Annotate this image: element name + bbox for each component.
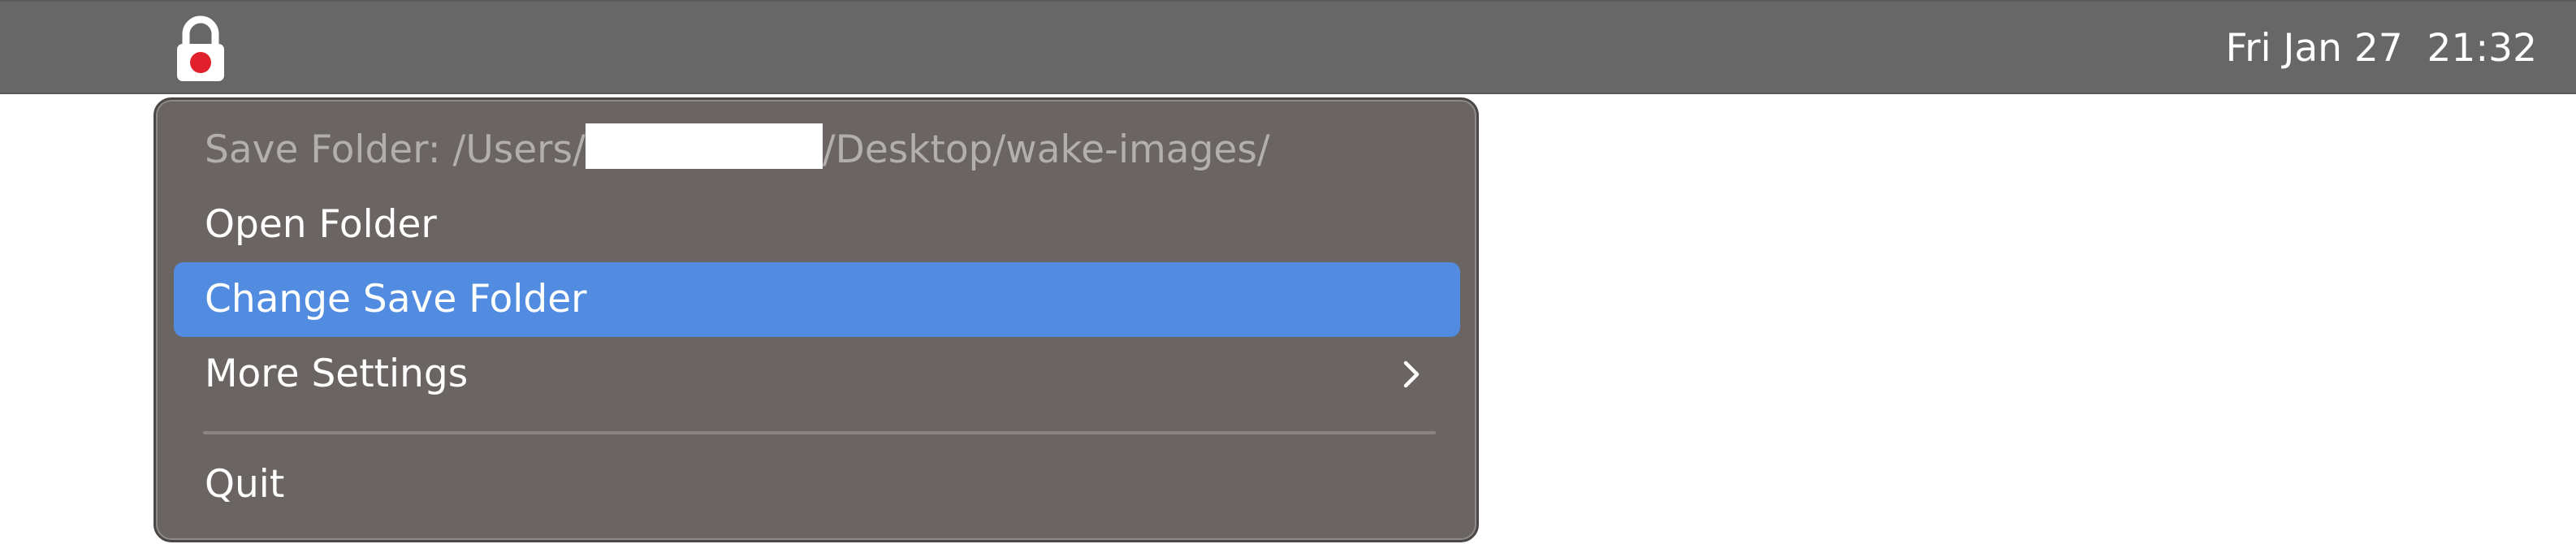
save-folder-path-item: Save Folder: /Users/ /Desktop/wake-images… bbox=[174, 113, 1460, 188]
lock-icon[interactable] bbox=[172, 15, 229, 83]
menu-item-more-settings[interactable]: More Settings bbox=[174, 337, 1460, 412]
save-folder-path-prefix: Save Folder: /Users/ bbox=[205, 127, 586, 172]
menu-item-open-folder[interactable]: Open Folder bbox=[174, 188, 1460, 262]
screen: Fri Jan 27 21:32 Save Folder: /Users/ /De… bbox=[0, 0, 2576, 544]
menu-item-label: Change Save Folder bbox=[205, 277, 587, 322]
dropdown-menu: Save Folder: /Users/ /Desktop/wake-images… bbox=[153, 97, 1479, 542]
menu-item-label: More Settings bbox=[205, 352, 469, 396]
menu-item-label: Open Folder bbox=[205, 202, 437, 247]
redacted-username bbox=[585, 123, 823, 169]
menu-item-label: Quit bbox=[205, 462, 285, 507]
menu-separator bbox=[203, 431, 1436, 434]
menu-item-quit[interactable]: Quit bbox=[174, 447, 1460, 522]
save-folder-path-suffix: /Desktop/wake-images/ bbox=[822, 127, 1270, 172]
menu-bar-clock[interactable]: Fri Jan 27 21:32 bbox=[2226, 26, 2537, 71]
chevron-right-icon bbox=[1395, 358, 1428, 391]
menu-bar: Fri Jan 27 21:32 bbox=[0, 0, 2576, 94]
menu-item-change-save-folder[interactable]: Change Save Folder bbox=[174, 262, 1460, 337]
